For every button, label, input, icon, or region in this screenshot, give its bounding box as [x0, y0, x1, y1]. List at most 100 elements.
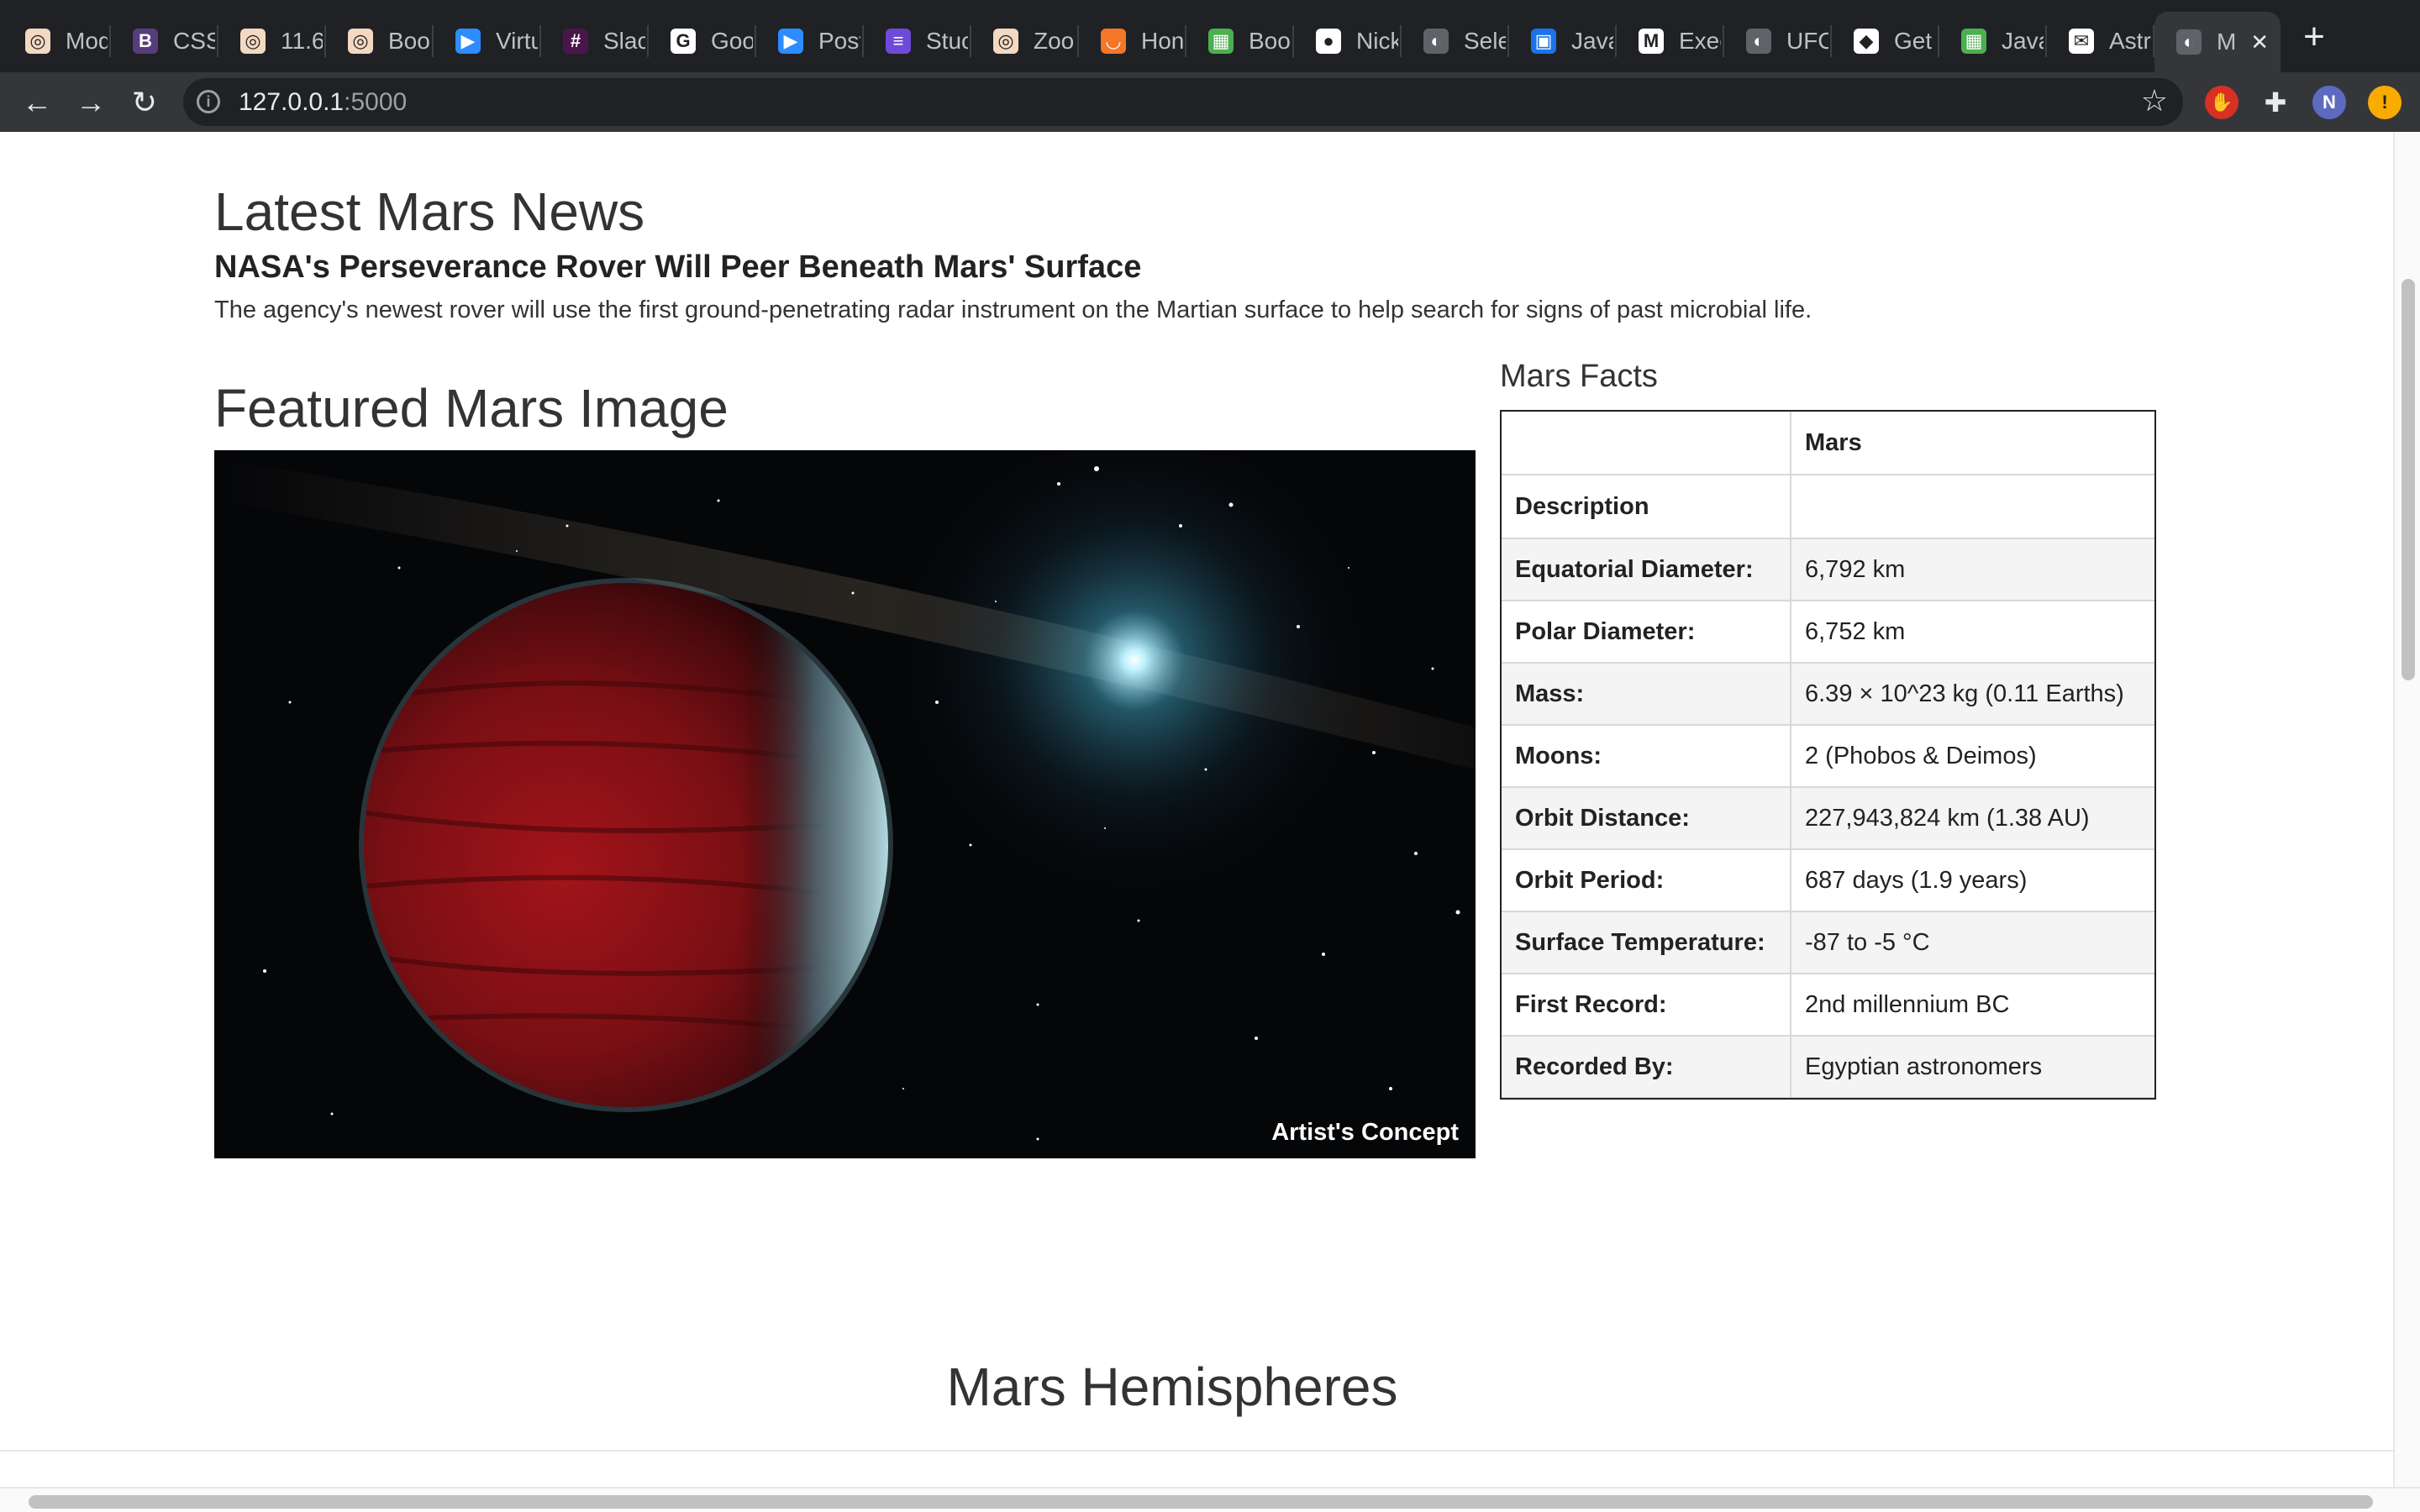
news-section-title: Latest Mars News [214, 181, 645, 242]
reload-button[interactable]: ↻ [124, 82, 165, 123]
fact-value: 6,792 km [1790, 538, 2156, 601]
fact-value: 2nd millennium BC [1790, 973, 2156, 1037]
circle-logo-icon: ◎ [25, 29, 50, 54]
browser-tab[interactable]: ◎ Boo [326, 13, 430, 69]
code-icon: ◆ [1854, 29, 1879, 54]
fact-value: 227,943,824 km (1.38 AU) [1790, 786, 2156, 850]
tab-title: Stuc [926, 28, 968, 54]
browser-tab[interactable]: ✉ Astr [2047, 13, 2151, 69]
tab-title: Hon [1141, 28, 1183, 54]
fact-label: Equatorial Diameter: [1500, 538, 1791, 601]
fact-label: Moons: [1500, 724, 1791, 788]
close-tab-icon[interactable]: ✕ [2250, 29, 2269, 55]
address-bar[interactable]: i 127.0.0.1:5000 ☆ [183, 78, 2183, 126]
table-row: Orbit Distance: 227,943,824 km (1.38 AU) [1500, 786, 2156, 850]
browser-tab[interactable]: ≡ Stuc [864, 13, 968, 69]
table-header-row: Mars [1500, 410, 2156, 475]
zoom-icon: ▶ [455, 29, 481, 54]
browser-tab[interactable]: ● Nick [1294, 13, 1398, 69]
browser-tab[interactable]: M Exec [1617, 13, 1721, 69]
globe-icon: ◐ [1423, 29, 1449, 54]
tab-title: Java [2002, 28, 2044, 54]
hemispheres-title: Mars Hemispheres [946, 1357, 1398, 1417]
extensions-puzzle-icon[interactable]: ✚ [2259, 86, 2292, 119]
browser-tab[interactable]: ◐ UFO [1724, 13, 1828, 69]
circle-logo-icon: ◎ [348, 29, 373, 54]
vertical-scrollbar[interactable] [2393, 132, 2420, 1487]
browser-chrome: ◎ Mod B CSS ◎ 11.6 ◎ Boo ▶ Virtu # Slac G Goo ▶ Post ≡ St… [0, 0, 2420, 132]
github-icon: ● [1316, 29, 1341, 54]
fact-label: Mass: [1500, 662, 1791, 726]
table-row: Polar Diameter: 6,752 km [1500, 600, 2156, 664]
browser-tab[interactable]: ◡ Hon [1079, 13, 1183, 69]
fact-label: First Record: [1500, 973, 1791, 1037]
browser-tab[interactable]: # Slac [541, 13, 645, 69]
browser-tab[interactable]: ▶ Virtu [434, 13, 538, 69]
tab-title: M [2217, 29, 2237, 55]
fact-label: Recorded By: [1500, 1035, 1791, 1099]
horizontal-scrollbar[interactable] [0, 1487, 2420, 1512]
featured-image-title: Featured Mars Image [214, 378, 729, 438]
fact-label: Description [1500, 474, 1791, 539]
exoplanet-artwork [214, 450, 1476, 1158]
new-tab-button[interactable]: + [2297, 18, 2331, 55]
fact-label: Orbit Distance: [1500, 786, 1791, 850]
image-icon: ▣ [1531, 29, 1556, 54]
fact-value: -87 to -5 °C [1790, 911, 2156, 974]
browser-tab[interactable]: ◎ 11.6 [218, 13, 323, 69]
browser-tab[interactable]: ◐ Sele [1402, 13, 1506, 69]
browser-tab[interactable]: ◎ Mod [3, 13, 108, 69]
browser-tab[interactable]: ◎ Zoo [971, 13, 1076, 69]
envelope-icon: ✉ [2069, 29, 2094, 54]
news-headline: NASA's Perseverance Rover Will Peer Bene… [214, 249, 1142, 285]
browser-tab[interactable]: G Goo [649, 13, 753, 69]
info-icon[interactable]: i [197, 90, 220, 113]
tab-title: Get [1894, 28, 1933, 54]
profile-avatar[interactable]: N [2312, 86, 2346, 119]
slack-icon: # [563, 29, 588, 54]
bootstrap-icon: B [133, 29, 158, 54]
tab-title: Sele [1464, 28, 1506, 54]
browser-tab[interactable]: ◆ Get [1832, 13, 1936, 69]
globe-icon: ◐ [1746, 29, 1771, 54]
browser-toolbar: ← → ↻ i 127.0.0.1:5000 ☆ ✋ ✚ N ! [0, 72, 2420, 132]
browser-tab[interactable]: ▦ Boo [1186, 13, 1291, 69]
adblock-extension-icon[interactable]: ✋ [2205, 86, 2238, 119]
update-alert-icon[interactable]: ! [2368, 86, 2402, 119]
table-row: Orbit Period: 687 days (1.9 years) [1500, 848, 2156, 912]
browser-tab[interactable]: ▣ Java [1509, 13, 1613, 69]
fact-value: 687 days (1.9 years) [1790, 848, 2156, 912]
table-header-cell [1500, 410, 1791, 475]
active-tab[interactable]: ◐ M ✕ [2154, 12, 2281, 72]
fact-value: 6,752 km [1790, 600, 2156, 664]
url-text[interactable]: 127.0.0.1:5000 [239, 88, 407, 117]
fact-label: Polar Diameter: [1500, 600, 1791, 664]
tab-title: Post [818, 28, 860, 54]
table-row: Mass: 6.39 × 10^23 kg (0.11 Earths) [1500, 662, 2156, 726]
browser-tab[interactable]: B CSS [111, 13, 215, 69]
table-row: Surface Temperature: -87 to -5 °C [1500, 911, 2156, 974]
table-row: Equatorial Diameter: 6,792 km [1500, 538, 2156, 601]
tab-title: Zoo [1034, 28, 1075, 54]
tab-title: Mod [66, 28, 108, 54]
bookmark-star-icon[interactable]: ☆ [2141, 83, 2168, 118]
tab-title: CSS [173, 28, 215, 54]
table-row: First Record: 2nd millennium BC [1500, 973, 2156, 1037]
section-divider [0, 1450, 2393, 1452]
horizontal-scroll-thumb[interactable] [29, 1495, 2373, 1509]
browser-tab[interactable]: ▦ Java [1939, 13, 2044, 69]
circle-logo-icon: ◎ [240, 29, 266, 54]
fact-value: 2 (Phobos & Deimos) [1790, 724, 2156, 788]
mars-facts-title: Mars Facts [1500, 359, 1658, 394]
fact-value: 6.39 × 10^23 kg (0.11 Earths) [1790, 662, 2156, 726]
vertical-scroll-thumb[interactable] [2402, 279, 2415, 680]
fact-value: Egyptian astronomers [1790, 1035, 2156, 1099]
featured-mars-image[interactable]: Artist's Concept [214, 450, 1476, 1158]
medium-icon: M [1639, 29, 1664, 54]
browser-tab[interactable]: ▶ Post [756, 13, 860, 69]
image-caption: Artist's Concept [1271, 1119, 1459, 1146]
tab-title: Exec [1679, 28, 1721, 54]
back-button[interactable]: ← [17, 82, 57, 123]
grid-icon: ▦ [1208, 29, 1234, 54]
forward-button[interactable]: → [71, 82, 111, 123]
